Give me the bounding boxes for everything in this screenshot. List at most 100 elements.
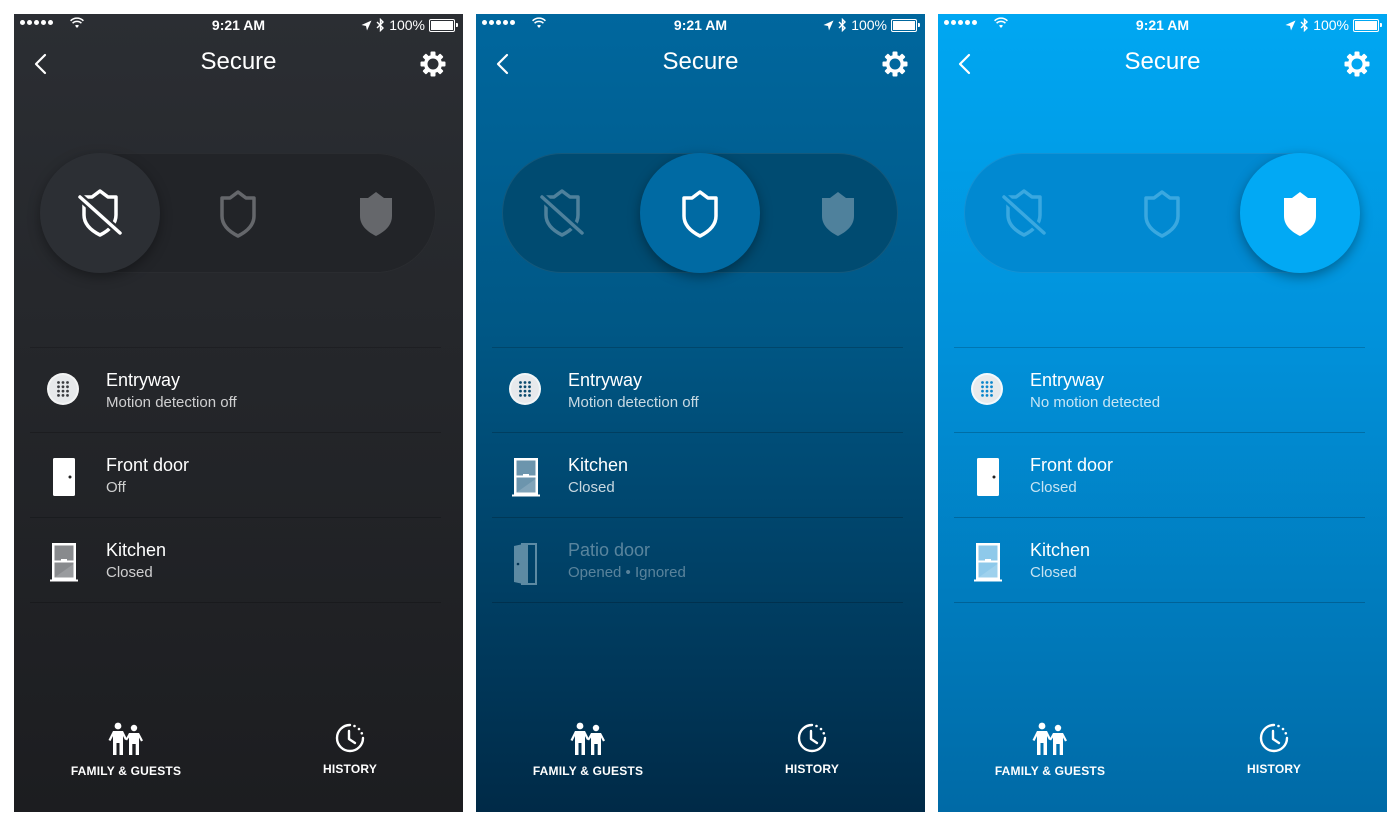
family-icon [570,722,605,755]
motion-sensor-icon [971,373,1003,405]
device-status: Closed [1030,479,1077,496]
status-bar: 9:21 AM 100% [938,14,1387,36]
battery-icon [1353,18,1382,32]
tab-family-guests-label: FAMILY & GUESTS [70,764,182,778]
history-icon [797,723,827,753]
window-icon [512,458,540,497]
page-title: Secure [1124,48,1201,75]
history-icon [1259,723,1289,753]
device-list: Entryway No motion detected Front door C… [954,347,1365,603]
screen-mode-away: 9:21 AM 100% Secure Entryway No motion d… [938,14,1387,812]
shield-off-icon [1001,189,1047,237]
security-mode-selector [40,153,436,273]
device-list: Entryway Motion detection off Front door… [30,347,441,603]
screen-mode-home: 9:21 AM 100% Secure Entryway Motion dete… [476,14,925,812]
tab-history[interactable]: HISTORY [1184,722,1364,776]
device-row-entryway[interactable]: Entryway Motion detection off [30,348,441,433]
device-status: Motion detection off [106,394,237,411]
tab-bar: FAMILY & GUESTS HISTORY [476,722,925,792]
device-status: No motion detected [1030,394,1161,411]
shield-filled-icon [822,192,854,236]
settings-gear-button[interactable] [1343,50,1371,78]
device-icon [508,542,542,585]
device-icon [970,457,1004,496]
device-status: Off [106,479,126,496]
tab-family-guests[interactable]: FAMILY & GUESTS [498,722,678,778]
motion-sensor-icon [509,373,541,405]
mode-away-button[interactable] [1240,153,1360,273]
device-status: Closed [1030,564,1077,581]
mode-away-button[interactable] [316,153,436,273]
door-icon [977,458,999,496]
battery-percent: 100% [389,17,425,33]
family-icon [108,722,143,755]
tab-bar: FAMILY & GUESTS HISTORY [938,722,1387,792]
device-row-kitchen[interactable]: Kitchen Closed [492,433,903,518]
device-icon [508,457,542,497]
device-name: Front door [106,455,190,475]
family-icon [1032,722,1067,755]
device-status: Opened • Ignored [568,564,686,581]
device-icon [46,542,80,582]
settings-gear-button[interactable] [881,50,909,78]
page-title: Secure [200,48,277,75]
nav-bar: Secure [938,44,1387,84]
mode-home-button[interactable] [1102,153,1222,273]
device-name: Kitchen [1030,540,1091,560]
mode-home-button[interactable] [640,153,760,273]
shield-outline-icon [682,190,718,238]
battery-icon [429,18,458,32]
mode-off-button[interactable] [40,153,160,273]
tab-family-guests[interactable]: FAMILY & GUESTS [960,722,1140,778]
tab-history[interactable]: HISTORY [722,722,902,776]
device-row-front-door[interactable]: Front door Closed [954,433,1365,518]
tab-family-guests-label: FAMILY & GUESTS [532,764,644,778]
device-icon [46,457,80,496]
device-row-entryway[interactable]: Entryway Motion detection off [492,348,903,433]
door-open-icon [514,543,537,585]
device-name: Patio door [568,540,651,560]
settings-gear-button[interactable] [419,50,447,78]
shield-off-icon [77,189,123,237]
status-bar: 9:21 AM 100% [476,14,925,36]
history-icon [335,723,365,753]
motion-sensor-icon [47,373,79,405]
bluetooth-icon [1300,18,1309,32]
device-name: Kitchen [568,455,629,475]
device-row-front-door[interactable]: Front door Off [30,433,441,518]
device-row-kitchen[interactable]: Kitchen Closed [954,518,1365,603]
tab-bar: FAMILY & GUESTS HISTORY [14,722,463,792]
mode-away-button[interactable] [778,153,898,273]
device-name: Front door [1030,455,1114,475]
device-row-entryway[interactable]: Entryway No motion detected [954,348,1365,433]
screen-mode-off: 9:21 AM 100% Secure Entryway Motion dete… [14,14,463,812]
bluetooth-icon [838,18,847,32]
battery-icon [891,18,920,32]
battery-percent: 100% [1313,17,1349,33]
device-status: Closed [568,479,615,496]
nav-bar: Secure [476,44,925,84]
device-name: Entryway [568,370,643,390]
device-row-patio-door[interactable]: Patio door Opened • Ignored [492,518,903,603]
mode-off-button[interactable] [964,153,1084,273]
security-mode-selector [502,153,898,273]
shield-filled-icon [1284,192,1316,236]
window-icon [50,543,78,582]
device-status: Closed [106,564,153,581]
window-icon [974,543,1002,582]
device-status: Motion detection off [568,394,699,411]
device-name: Kitchen [106,540,167,560]
battery-percent: 100% [851,17,887,33]
device-icon [46,372,80,410]
tab-family-guests[interactable]: FAMILY & GUESTS [36,722,216,778]
tab-family-guests-label: FAMILY & GUESTS [994,764,1106,778]
mode-home-button[interactable] [178,153,298,273]
status-bar: 9:21 AM 100% [14,14,463,36]
shield-outline-icon [1144,190,1180,238]
mode-off-button[interactable] [502,153,622,273]
tab-history-label: HISTORY [1246,762,1302,776]
device-icon [970,372,1004,410]
location-arrow-icon [361,20,372,30]
tab-history[interactable]: HISTORY [260,722,440,776]
device-row-kitchen[interactable]: Kitchen Closed [30,518,441,603]
